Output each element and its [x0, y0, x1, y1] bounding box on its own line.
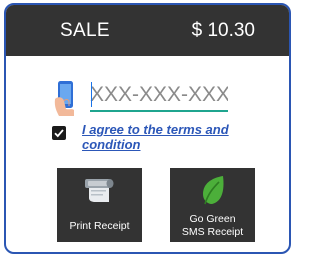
go-green-sms-button[interactable]: Go Green SMS Receipt	[170, 168, 255, 242]
terms-link[interactable]: I agree to the terms and condition	[82, 122, 252, 152]
go-green-label: Go Green	[189, 213, 236, 225]
sale-title: SALE	[60, 20, 110, 41]
phone-hand-icon	[52, 79, 88, 117]
terms-checkbox[interactable]	[52, 126, 66, 140]
print-receipt-label: Print Receipt	[69, 220, 130, 232]
leaf-icon	[199, 174, 227, 206]
sale-amount: $ 10.30	[191, 20, 255, 41]
phone-number-input[interactable]	[90, 80, 228, 112]
text-caret	[91, 82, 92, 107]
checkmark-icon	[54, 129, 64, 138]
sale-header: SALE $ 10.30	[6, 5, 289, 56]
terms-row: I agree to the terms and condition	[52, 122, 252, 154]
print-receipt-button[interactable]: Print Receipt	[57, 168, 142, 242]
receipt-dialog: SALE $ 10.30 I agree to the terms and co…	[4, 3, 291, 254]
sms-receipt-label: SMS Receipt	[181, 226, 244, 238]
printer-icon	[83, 176, 117, 204]
phone-entry-row	[52, 79, 242, 117]
